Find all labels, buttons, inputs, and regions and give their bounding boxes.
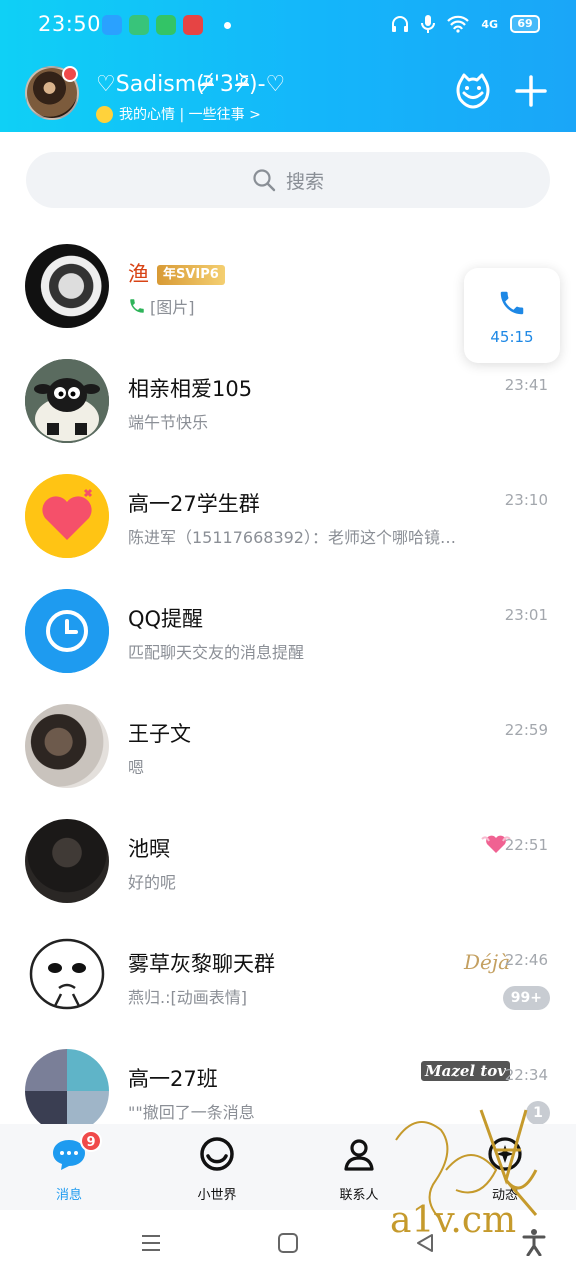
star-compass-icon (488, 1137, 522, 1171)
sheep-icon (25, 359, 109, 443)
chat-last-message: 嗯 (128, 758, 145, 777)
app-notification-icon (156, 15, 176, 35)
app-notification-icon (102, 15, 122, 35)
chat-last-message: 端午节快乐 (128, 413, 209, 432)
status-right: 4G 69 (391, 14, 540, 34)
bottom-tab-bar: 9 消息 小世界 联系人 动态 (0, 1124, 576, 1210)
chat-last-message: 匹配聊天交友的消息提醒 (128, 643, 305, 662)
chat-last-message: 陈进军（15117668392）：老师这个哪哈镜… (128, 528, 456, 547)
chat-row[interactable]: 雾草灰黎聊天群 燕归.:[动画表情] Déjà 22:46 99+ (0, 922, 576, 1037)
header-bar: 23:50 4G 69 ♡Sadism(ᵒ̴̶̷᷄'3'ᵒ̴̶̷᷅)-♡ 我的心… (0, 0, 576, 132)
chat-name: 高一27班 (128, 1067, 218, 1091)
status-app-icons (102, 15, 231, 35)
chat-avatar (25, 589, 109, 673)
chat-avatar (25, 474, 109, 558)
chat-time: 22:59 (504, 721, 548, 739)
chat-tag: Mazel tov (421, 1061, 510, 1081)
status-bar: 23:50 4G 69 (0, 0, 576, 50)
more-notifications-dot (224, 21, 231, 29)
chat-avatar (25, 704, 109, 788)
search-icon (253, 169, 276, 192)
tab-contacts[interactable]: 联系人 (314, 1134, 404, 1203)
tab-label: 小世界 (197, 1188, 237, 1203)
chat-last-message: ""撤回了一条消息 (128, 1103, 255, 1122)
chat-last-message: 燕归.:[动画表情] (128, 988, 247, 1007)
wifi-icon (447, 15, 470, 33)
heart-icon (25, 474, 109, 558)
chat-name: 高一27学生群 (128, 492, 260, 516)
tab-label: 消息 (55, 1188, 82, 1203)
chat-name: QQ提醒 (128, 607, 204, 631)
search-placeholder: 搜索 (285, 170, 324, 193)
app-notification-icon (129, 15, 149, 35)
unread-badge: 99+ (502, 986, 550, 1010)
chat-last-message: 好的呢 (128, 873, 177, 892)
chat-avatar (25, 1049, 109, 1133)
headphone-icon (392, 16, 409, 32)
meme-face-icon (29, 938, 105, 1010)
chat-name-text: 渔 (128, 262, 149, 286)
chat-row[interactable]: 王子文 嗯 22:59 (0, 692, 576, 807)
chat-message-text: [图片] (150, 298, 195, 317)
profile-signature[interactable]: 我的心情 | 一些往事 > (96, 104, 261, 124)
chat-name: 池暝 (128, 837, 170, 861)
search-bar[interactable]: 搜索 (26, 152, 550, 208)
clock-icon (25, 589, 109, 673)
chat-time: 23:01 (504, 606, 548, 624)
call-duration: 45:15 (490, 328, 534, 346)
phone-icon (500, 291, 524, 315)
chat-row[interactable]: 池暝 好的呢 22:51 (0, 807, 576, 922)
home-icon[interactable] (277, 1232, 299, 1254)
chat-name: 王子文 (128, 722, 191, 746)
ongoing-call-card[interactable]: 45:15 (464, 268, 560, 363)
tab-moments[interactable]: 动态 (460, 1134, 550, 1203)
accessibility-icon[interactable] (522, 1228, 546, 1256)
tab-messages[interactable]: 9 消息 (24, 1130, 114, 1203)
chat-name: 相亲相爱105 (128, 377, 253, 401)
chat-row[interactable]: 相亲相爱105 端午节快乐 23:41 (0, 347, 576, 462)
microphone-icon (421, 15, 436, 33)
chat-time: 23:10 (504, 491, 548, 509)
chat-row[interactable]: QQ提醒 匹配聊天交友的消息提醒 23:01 (0, 577, 576, 692)
menu-icon[interactable] (140, 1232, 162, 1254)
mini-app-icon[interactable] (454, 72, 492, 110)
chat-time: 22:34 (504, 1066, 548, 1084)
person-icon (344, 1139, 374, 1171)
add-icon[interactable] (514, 74, 548, 108)
tab-badge: 9 (80, 1130, 102, 1152)
battery-indicator: 69 (510, 15, 540, 33)
chat-avatar (25, 359, 109, 443)
watermark-text: a1v.cm (390, 1200, 517, 1241)
unread-badge: 1 (526, 1101, 550, 1125)
app-notification-icon (183, 15, 203, 35)
chat-tag: Déjà (464, 950, 510, 974)
profile-notification-dot (62, 66, 78, 82)
profile-nickname[interactable]: ♡Sadism(ᵒ̴̶̷᷄'3'ᵒ̴̶̷᷅)-♡ (96, 72, 285, 97)
chat-time: 23:41 (504, 376, 548, 394)
chat-avatar (25, 934, 109, 1018)
chat-time: 22:51 (504, 836, 548, 854)
mood-icon (96, 105, 113, 123)
tab-small-world[interactable]: 小世界 (172, 1134, 262, 1203)
chat-name: 渔年SVIP6 (128, 258, 225, 288)
svip-badge: 年SVIP6 (157, 265, 225, 285)
chat-avatar (25, 819, 109, 903)
chat-name: 雾草灰黎聊天群 (128, 952, 275, 976)
chat-avatar (25, 244, 109, 328)
chat-time: 22:46 (504, 951, 548, 969)
circle-world-icon (200, 1137, 234, 1171)
network-type: 4G (481, 17, 498, 31)
phone-icon (130, 299, 144, 313)
chat-row[interactable]: 高一27学生群 陈进军（15117668392）：老师这个哪哈镜… 23:10 (0, 462, 576, 577)
signature-text: 我的心情 | 一些往事 > (119, 107, 261, 123)
status-time: 23:50 (38, 12, 102, 36)
